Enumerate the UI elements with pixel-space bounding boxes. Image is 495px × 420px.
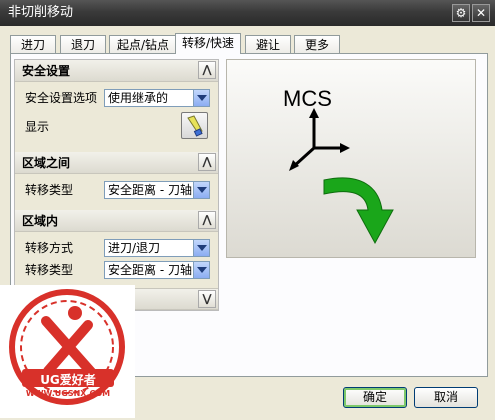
mcs-label: MCS <box>283 86 332 111</box>
tab-label: 转移/快速 <box>181 36 235 50</box>
safety-option-label: 安全设置选项 <box>25 91 98 105</box>
tab-start-drill-points[interactable]: 起点/钻点 <box>109 35 177 54</box>
chevron-up-icon[interactable]: ⋀ <box>198 211 216 229</box>
cancel-button[interactable]: 取消 <box>414 387 478 408</box>
tab-more[interactable]: 更多 <box>294 35 340 54</box>
chevron-up-icon[interactable]: ⋀ <box>198 61 216 79</box>
tab-label: 起点/钻点 <box>116 38 170 52</box>
group-header-between-regions[interactable]: 区域之间 ⋀ <box>15 152 218 174</box>
tab-label: 退刀 <box>70 38 95 52</box>
tab-avoidance[interactable]: 避让 <box>245 35 291 54</box>
ok-button[interactable]: 确定 <box>343 387 407 408</box>
mcs-diagram: MCS <box>283 86 394 245</box>
gear-icon[interactable]: ⚙ <box>452 4 470 22</box>
tab-retract[interactable]: 退刀 <box>60 35 106 54</box>
ugsnx-logo-icon <box>9 289 125 405</box>
flashlight-icon <box>187 115 203 137</box>
close-icon[interactable]: ✕ <box>472 4 490 22</box>
group-header-within-region[interactable]: 区域内 ⋀ <box>15 210 218 232</box>
group-title: 区域之间 <box>22 156 71 170</box>
transfer-method-label: 转移方式 <box>25 241 74 255</box>
select-value: 使用继承的 <box>108 91 169 105</box>
group-title: 区域内 <box>22 214 59 228</box>
tab-label: 进刀 <box>20 38 45 52</box>
transfer-arrow-icon <box>323 177 394 245</box>
settings-pane: 安全设置 ⋀ 安全设置选项 使用继承的 显示 区域之间 ⋀ 转移类型 安全距离 … <box>14 59 219 311</box>
tab-label: 避让 <box>255 38 280 52</box>
within-transfer-type-label: 转移类型 <box>25 263 74 277</box>
chevron-up-icon[interactable]: ⋀ <box>198 153 216 171</box>
dropdown-arrow-icon[interactable] <box>193 240 209 256</box>
window-title: 非切削移动 <box>8 5 74 20</box>
display-label: 显示 <box>25 120 50 134</box>
title-bar: 非切削移动 <box>0 0 495 26</box>
transfer-method-select[interactable]: 进刀/退刀 <box>104 239 210 257</box>
dropdown-arrow-icon[interactable] <box>193 90 209 106</box>
between-transfer-type-select[interactable]: 安全距离 - 刀轴 <box>104 181 210 199</box>
display-button[interactable] <box>181 112 208 139</box>
chevron-down-icon[interactable]: ⋁ <box>198 290 216 308</box>
watermark-logo: UG爱好者 WWW.UGSNX.COM <box>0 285 135 418</box>
tab-label: 更多 <box>304 38 329 52</box>
group-title: 安全设置 <box>22 64 71 78</box>
tab-transfer-rapid[interactable]: 转移/快速 <box>175 33 241 54</box>
select-value: 安全距离 - 刀轴 <box>108 263 192 277</box>
watermark-url: WWW.UGSNX.COM <box>25 389 111 398</box>
safety-option-select[interactable]: 使用继承的 <box>104 89 210 107</box>
select-value: 进刀/退刀 <box>108 241 161 255</box>
watermark-brand: UG爱好者 <box>40 373 96 387</box>
within-transfer-type-select[interactable]: 安全距离 - 刀轴 <box>104 261 210 279</box>
dropdown-arrow-icon[interactable] <box>193 262 209 278</box>
preview-panel: MCS <box>226 59 476 258</box>
between-transfer-type-label: 转移类型 <box>25 183 74 197</box>
select-value: 安全距离 - 刀轴 <box>108 183 192 197</box>
tab-approach[interactable]: 进刀 <box>10 35 56 54</box>
group-header-safety[interactable]: 安全设置 ⋀ <box>15 60 218 82</box>
dropdown-arrow-icon[interactable] <box>193 182 209 198</box>
